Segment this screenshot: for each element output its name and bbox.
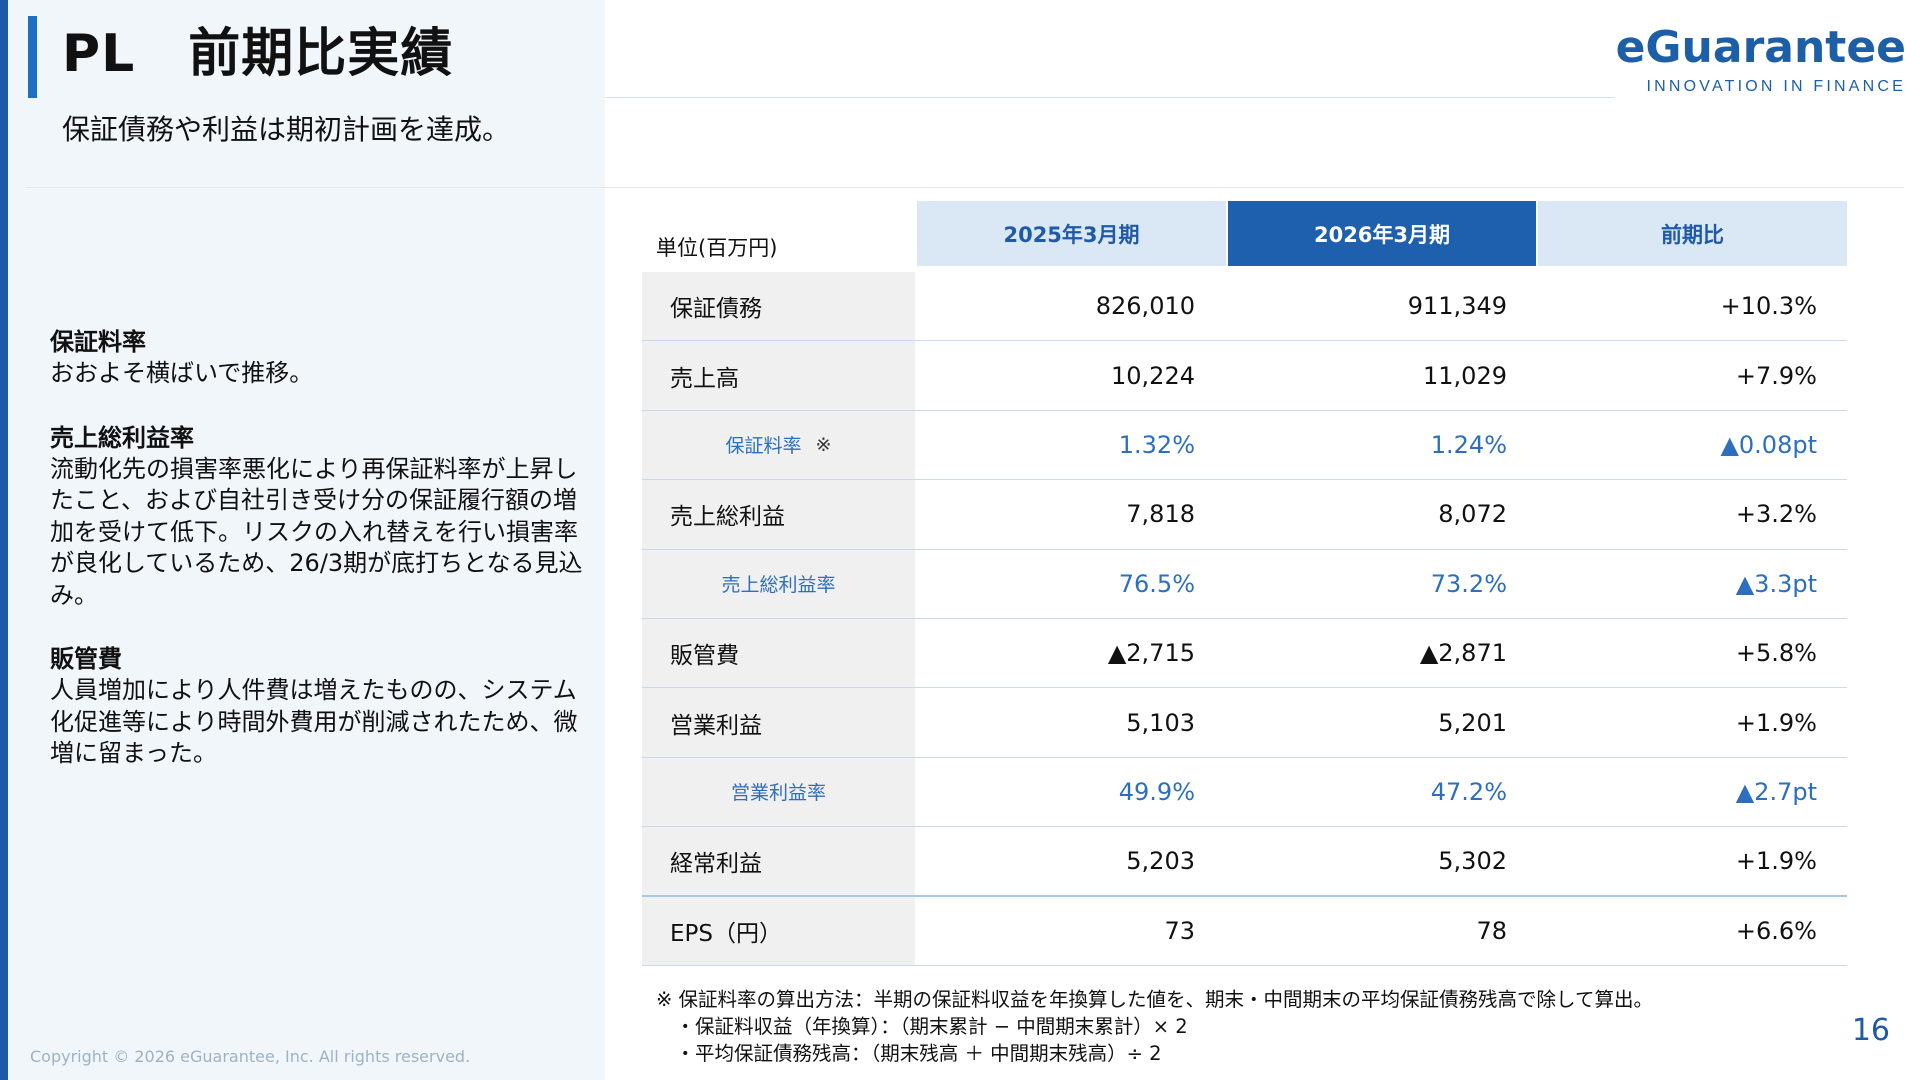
note-body: おおよそ横ばいで推移。: [50, 359, 314, 387]
cell-yoy: ▲3.3pt: [1735, 569, 1817, 598]
cell-yoy: +5.8%: [1735, 639, 1817, 668]
table-row: 売上高 10,224 11,029 +7.9%: [642, 341, 1847, 411]
table-row: 営業利益率 49.9% 47.2% ▲2.7pt: [642, 757, 1847, 828]
cell-fy2026: 8,072: [1438, 500, 1507, 529]
pl-comparison-table: 保証債務 826,010 911,349 +10.3% 売上高 10,224 1…: [642, 272, 1847, 966]
cell-yoy: +3.2%: [1735, 500, 1817, 529]
row-label: 売上総利益: [642, 480, 915, 549]
cell-fy2026: 11,029: [1423, 361, 1507, 390]
calculation-footnote: ※ 保証料率の算出方法：半期の保証料収益を年換算した値を、期末・中間期末の平均保…: [656, 986, 1653, 1067]
table-row: 保証債務 826,010 911,349 +10.3%: [642, 272, 1847, 342]
cell-fy2025: 10,224: [1111, 361, 1195, 390]
cell-fy2025: 73: [1164, 916, 1195, 945]
note-body: 流動化先の損害率悪化により再保証料率が上昇したこと、および自社引き受け分の保証履…: [50, 454, 583, 609]
table-row: 売上総利益 7,818 8,072 +3.2%: [642, 480, 1847, 550]
row-label: 保証債務: [642, 272, 915, 341]
cell-fy2025: 49.9%: [1118, 777, 1195, 806]
column-header-fy2026: 2026年3月期: [1228, 201, 1536, 266]
table-row: 経常利益 5,203 5,302 +1.9%: [642, 827, 1847, 897]
header-divider: [605, 97, 1615, 98]
row-label: 保証料率 ※: [642, 410, 915, 480]
cell-yoy: ▲0.08pt: [1720, 430, 1817, 459]
cell-yoy: +10.3%: [1720, 292, 1817, 321]
logo-tagline: INNOVATION IN FINANCE: [1646, 78, 1906, 95]
row-label-text: 保証料率: [725, 435, 802, 458]
cell-yoy: +7.9%: [1735, 361, 1817, 390]
cell-fy2026: 47.2%: [1430, 777, 1507, 806]
row-label: 経常利益: [642, 827, 915, 895]
page-number: 16: [1851, 1013, 1890, 1048]
cell-fy2026: 5,302: [1438, 846, 1507, 875]
cell-yoy: ▲2.7pt: [1735, 777, 1817, 806]
logo-wordmark: eGuarantee: [1615, 22, 1906, 73]
table-row: 営業利益 5,103 5,201 +1.9%: [642, 688, 1847, 758]
left-edge-bar: [0, 0, 8, 1080]
table-unit-label: 単位(百万円): [656, 236, 778, 260]
cell-fy2026: 78: [1476, 916, 1507, 945]
row-label: 営業利益: [642, 688, 915, 757]
note-heading: 保証料率: [50, 328, 146, 356]
copyright-notice: Copyright © 2026 eGuarantee, Inc. All ri…: [30, 1047, 471, 1066]
row-label: 売上高: [642, 341, 915, 410]
footnote-mark: ※: [815, 433, 832, 456]
cell-fy2026: ▲2,871: [1419, 639, 1507, 668]
table-row: EPS（円） 73 78 +6.6%: [642, 896, 1847, 966]
cell-fy2026: 1.24%: [1430, 430, 1507, 459]
commentary-notes: 保証料率 おおよそ横ばいで推移。 売上総利益率 流動化先の損害率悪化により再保証…: [50, 326, 590, 802]
cell-fy2025: 5,103: [1126, 708, 1195, 737]
note-body: 人員増加により人件費は増えたものの、システム化促進等により時間外費用が削減された…: [50, 676, 578, 767]
cell-fy2025: 1.32%: [1118, 430, 1195, 459]
cell-yoy: +1.9%: [1735, 708, 1817, 737]
cell-fy2026: 911,349: [1407, 292, 1507, 321]
footnote-line: ・保証料収益（年換算）：（期末累計 − 中間期末累計）× 2: [656, 1015, 1188, 1038]
cell-fy2025: 7,818: [1126, 500, 1195, 529]
note-gross-margin: 売上総利益率 流動化先の損害率悪化により再保証料率が上昇したこと、および自社引き…: [50, 422, 590, 612]
row-label: 売上総利益率: [642, 549, 915, 618]
title-accent-bar: [28, 16, 37, 98]
cell-fy2025: ▲2,715: [1107, 639, 1195, 668]
cell-fy2025: 5,203: [1126, 846, 1195, 875]
cell-fy2025: 826,010: [1095, 292, 1195, 321]
page-subtitle: 保証債務や利益は期初計画を達成。: [62, 113, 511, 146]
cell-fy2026: 73.2%: [1430, 569, 1507, 598]
column-header-fy2025: 2025年3月期: [917, 201, 1226, 266]
footnote-line: ※ 保証料率の算出方法：半期の保証料収益を年換算した値を、期末・中間期末の平均保…: [656, 988, 1653, 1011]
table-row: 販管費 ▲2,715 ▲2,871 +5.8%: [642, 618, 1847, 689]
cell-fy2026: 5,201: [1438, 708, 1507, 737]
company-logo: eGuarantee INNOVATION IN FINANCE: [1616, 20, 1906, 96]
note-guarantee-rate: 保証料率 おおよそ横ばいで推移。: [50, 326, 590, 390]
note-heading: 販管費: [50, 645, 122, 673]
row-label: 営業利益率: [642, 757, 915, 827]
page-title: PL 前期比実績: [62, 24, 454, 84]
subtitle-divider: [26, 187, 1904, 188]
cell-yoy: +1.9%: [1735, 846, 1817, 875]
table-row: 売上総利益率 76.5% 73.2% ▲3.3pt: [642, 549, 1847, 619]
table-row: 保証料率 ※ 1.32% 1.24% ▲0.08pt: [642, 410, 1847, 481]
note-sga: 販管費 人員増加により人件費は増えたものの、システム化促進等により時間外費用が削…: [50, 643, 590, 770]
row-label: 販管費: [642, 618, 915, 688]
note-heading: 売上総利益率: [50, 423, 194, 452]
column-header-yoy: 前期比: [1538, 201, 1847, 266]
row-label: EPS（円）: [642, 896, 915, 965]
footnote-line: ・平均保証債務残高：（期末残高 ＋ 中間期末残高）÷ 2: [656, 1042, 1162, 1065]
cell-yoy: +6.6%: [1735, 916, 1817, 945]
cell-fy2025: 76.5%: [1118, 569, 1195, 598]
